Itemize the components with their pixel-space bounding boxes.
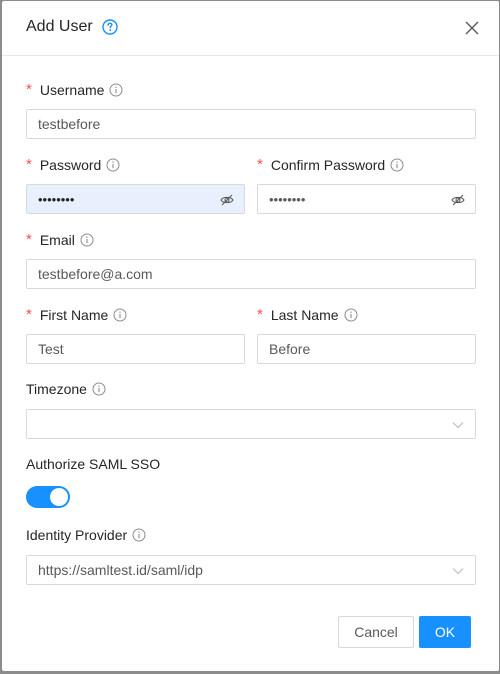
username-label-row: * Username <box>26 81 123 98</box>
confirm-password-value: •••••••• <box>269 191 306 207</box>
info-circle-icon[interactable] <box>132 528 146 542</box>
close-icon <box>465 21 479 35</box>
first-name-label: First Name <box>39 306 109 323</box>
chevron-down-icon <box>452 566 464 576</box>
info-circle-icon[interactable] <box>344 308 358 322</box>
last-name-label-row: * Last Name <box>257 306 358 323</box>
username-label: Username <box>39 81 105 98</box>
email-label-row: * Email <box>26 231 94 248</box>
required-marker: * <box>257 306 263 323</box>
info-circle-icon[interactable] <box>113 308 127 322</box>
dialog-header: Add User <box>2 1 499 56</box>
close-button[interactable] <box>463 19 481 37</box>
confirm-password-input[interactable]: •••••••• <box>257 184 476 214</box>
confirm-password-label-row: * Confirm Password <box>257 156 404 173</box>
add-user-dialog: Add User * Username testbefore * Passwor… <box>2 1 499 671</box>
info-circle-icon[interactable] <box>106 158 120 172</box>
username-value: testbefore <box>38 116 101 132</box>
saml-sso-label-row: Authorize SAML SSO <box>26 456 160 472</box>
password-label-row: * Password <box>26 156 120 173</box>
required-marker: * <box>26 156 32 173</box>
required-marker: * <box>26 306 32 323</box>
first-name-value: Test <box>38 341 64 357</box>
info-circle-icon[interactable] <box>109 83 123 97</box>
saml-sso-label: Authorize SAML SSO <box>26 456 161 472</box>
confirm-password-label: Confirm Password <box>270 156 386 173</box>
password-input[interactable]: •••••••• <box>26 184 245 214</box>
identity-provider-label-row: Identity Provider <box>26 527 146 543</box>
username-input[interactable]: testbefore <box>26 109 476 139</box>
toggle-knob <box>50 488 68 506</box>
first-name-input[interactable]: Test <box>26 334 245 364</box>
eye-invisible-icon[interactable] <box>220 193 234 207</box>
email-value: testbefore@a.com <box>38 266 153 282</box>
email-label: Email <box>39 231 75 248</box>
required-marker: * <box>26 81 32 98</box>
last-name-value: Before <box>269 341 311 357</box>
timezone-select[interactable] <box>26 409 476 439</box>
last-name-label: Last Name <box>270 306 339 323</box>
identity-provider-value: https://samltest.id/saml/idp <box>38 562 203 578</box>
password-value: •••••••• <box>38 191 75 207</box>
timezone-label: Timezone <box>26 381 87 397</box>
password-label: Password <box>39 156 102 173</box>
question-circle-icon[interactable] <box>102 19 118 35</box>
dialog-title-row: Add User <box>26 18 118 36</box>
timezone-label-row: Timezone <box>26 381 106 397</box>
last-name-input[interactable]: Before <box>257 334 476 364</box>
info-circle-icon[interactable] <box>92 382 106 396</box>
identity-provider-label: Identity Provider <box>26 527 128 543</box>
info-circle-icon[interactable] <box>390 158 404 172</box>
email-input[interactable]: testbefore@a.com <box>26 259 476 289</box>
ok-button[interactable]: OK <box>419 616 471 648</box>
required-marker: * <box>26 231 32 248</box>
chevron-down-icon <box>452 420 464 430</box>
saml-sso-toggle[interactable] <box>26 486 70 508</box>
first-name-label-row: * First Name <box>26 306 127 323</box>
eye-invisible-icon[interactable] <box>451 193 465 207</box>
required-marker: * <box>257 156 263 173</box>
identity-provider-select[interactable]: https://samltest.id/saml/idp <box>26 555 476 585</box>
cancel-button[interactable]: Cancel <box>338 616 414 648</box>
info-circle-icon[interactable] <box>80 233 94 247</box>
dialog-title: Add User <box>26 18 93 35</box>
